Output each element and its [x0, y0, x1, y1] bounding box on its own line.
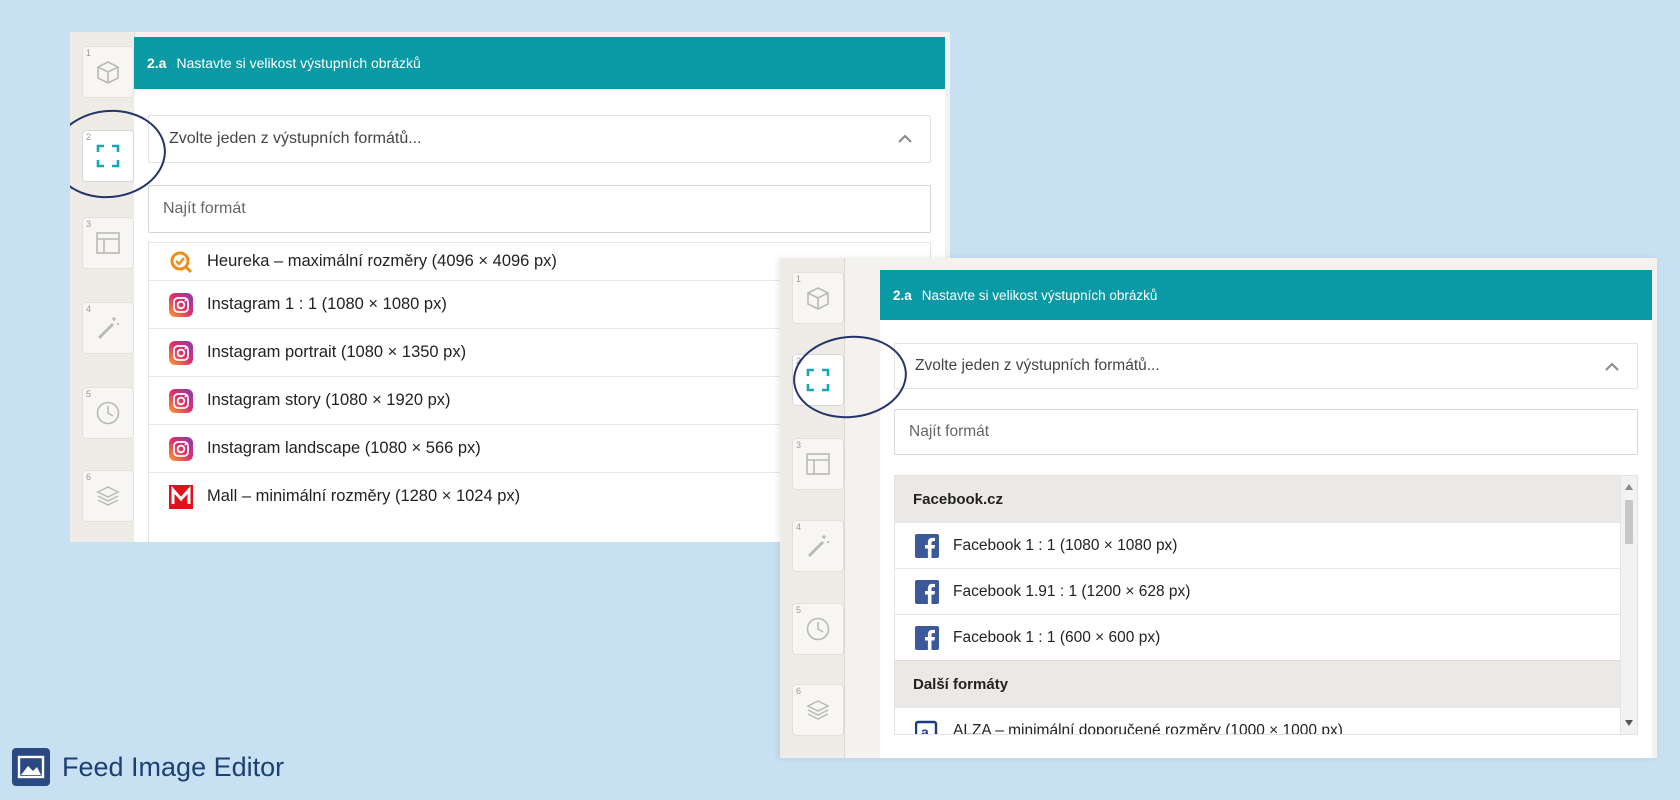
alza-icon: a	[915, 720, 938, 736]
panel-title: Nastavte si velikost výstupních obrázků	[176, 55, 421, 71]
format-select-placeholder: Zvolte jeden z výstupních formátů...	[915, 357, 1160, 374]
step-6[interactable]: 6	[82, 470, 134, 522]
clock-icon	[806, 617, 830, 641]
step-2[interactable]: 2	[792, 354, 844, 406]
svg-text:a: a	[921, 724, 929, 736]
step-3[interactable]: 3	[792, 438, 844, 490]
format-list-content: Facebook.cz Facebook 1 : 1 (1080 × 1080 …	[895, 476, 1621, 736]
clock-icon	[96, 401, 120, 425]
instagram-icon	[169, 436, 193, 461]
cube-icon	[807, 287, 829, 310]
heureka-icon	[170, 251, 193, 273]
resize-icon	[96, 144, 120, 168]
steps-rail: 1 2 3 4 5 6	[780, 258, 845, 758]
group-header: Další formáty	[895, 660, 1621, 707]
format-select[interactable]: Zvolte jeden z výstupních formátů...	[894, 343, 1638, 389]
layers-icon	[806, 700, 830, 720]
list-item[interactable]: Facebook 1 : 1 (600 × 600 px)	[895, 614, 1621, 660]
facebook-icon	[915, 625, 939, 650]
image-editor-logo-icon	[12, 748, 50, 786]
layout-icon	[806, 453, 830, 475]
step-5[interactable]: 5	[82, 387, 134, 439]
format-panel: 2.a Nastavte si velikost výstupních obrá…	[880, 270, 1652, 758]
format-list: Facebook.cz Facebook 1 : 1 (1080 × 1080 …	[894, 475, 1638, 735]
mall-icon	[169, 484, 193, 509]
step-6[interactable]: 6	[792, 684, 844, 736]
list-item[interactable]: Facebook 1.91 : 1 (1200 × 628 px)	[895, 568, 1621, 614]
layout-icon	[96, 232, 120, 254]
layers-icon	[96, 486, 120, 506]
steps-rail: 1 2 3 4 5 6	[70, 32, 135, 542]
format-search-input[interactable]: Najít formát	[894, 409, 1638, 455]
scroll-down-arrow-icon[interactable]	[1625, 720, 1633, 726]
scroll-thumb[interactable]	[1625, 500, 1633, 544]
list-scrollbar[interactable]	[1620, 476, 1637, 734]
instagram-icon	[169, 292, 193, 317]
panel-header: 2.a Nastavte si velikost výstupních obrá…	[880, 270, 1652, 320]
screenshot-2: 1 2 3 4 5 6 2.a Nastavte si velikost výs…	[780, 258, 1657, 758]
chevron-up-icon[interactable]	[1603, 358, 1621, 376]
chevron-up-icon[interactable]	[896, 130, 914, 148]
step-3[interactable]: 3	[82, 217, 134, 269]
brand: Feed Image Editor	[12, 748, 284, 786]
list-item[interactable]: a ALZA – minimální doporučené rozměry (1…	[895, 707, 1621, 736]
step-4[interactable]: 4	[792, 520, 844, 572]
step-2[interactable]: 2	[82, 130, 134, 182]
panel-header: 2.a Nastavte si velikost výstupních obrá…	[134, 37, 945, 89]
step-1[interactable]: 1	[792, 272, 844, 324]
list-item[interactable]: Facebook 1 : 1 (1080 × 1080 px)	[895, 522, 1621, 568]
panel-title: Nastavte si velikost výstupních obrázků	[921, 287, 1158, 303]
scroll-up-arrow-icon[interactable]	[1625, 484, 1633, 490]
facebook-icon	[915, 533, 939, 558]
brand-name: Feed Image Editor	[62, 751, 285, 782]
instagram-icon	[169, 388, 193, 413]
step-5[interactable]: 5	[792, 603, 844, 655]
step-4[interactable]: 4	[82, 302, 134, 354]
facebook-icon	[915, 579, 939, 604]
magic-wand-icon	[807, 535, 829, 558]
format-select-placeholder: Zvolte jeden z výstupních formátů...	[169, 130, 422, 147]
magic-wand-icon	[97, 317, 119, 340]
step-1[interactable]: 1	[82, 46, 134, 98]
instagram-icon	[169, 340, 193, 365]
format-search-input[interactable]: Najít formát	[148, 185, 931, 233]
group-header: Facebook.cz	[895, 476, 1621, 522]
cube-icon	[97, 61, 119, 84]
format-select[interactable]: Zvolte jeden z výstupních formátů...	[148, 115, 931, 163]
resize-icon	[806, 368, 830, 392]
